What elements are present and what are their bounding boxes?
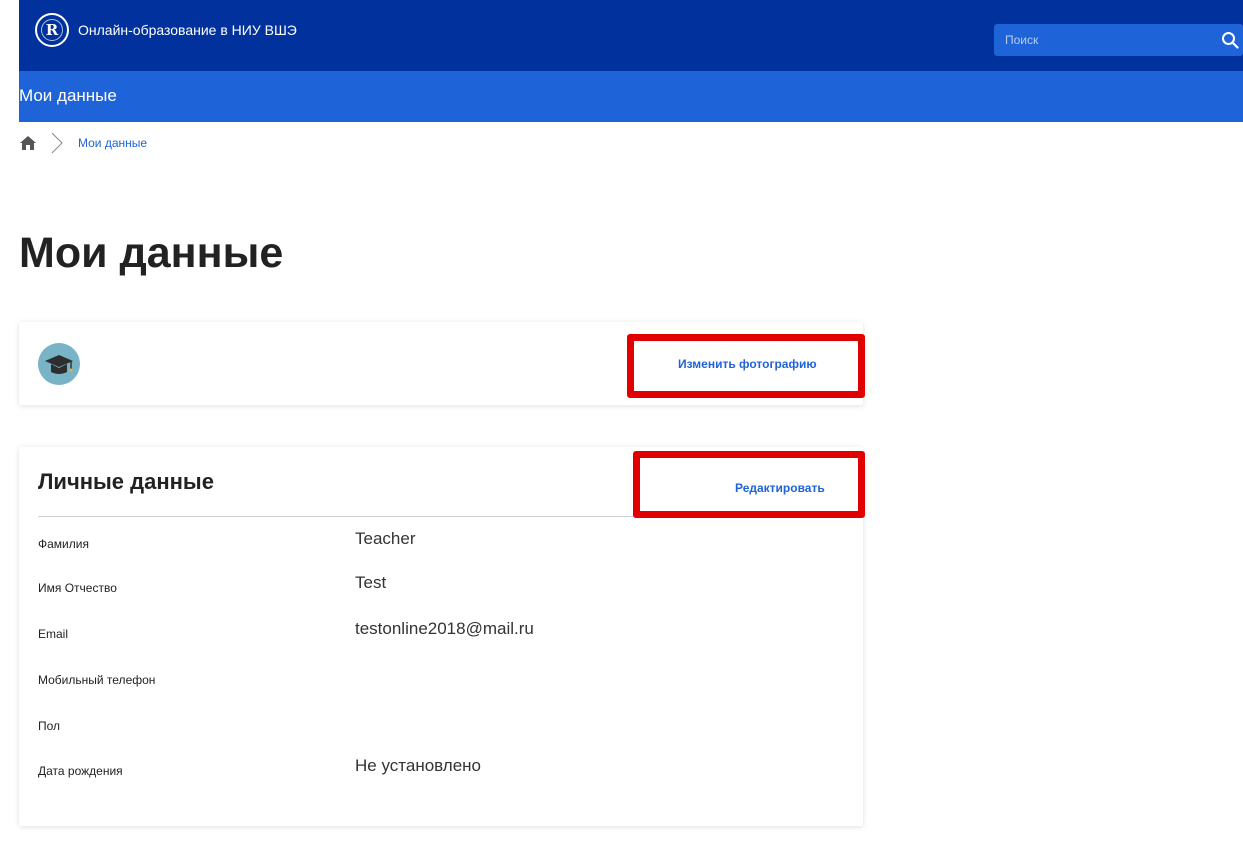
field-row-gender: Пол <box>38 711 844 735</box>
field-label: Имя Отчество <box>38 581 117 595</box>
field-row-email: Email testonline2018@mail.ru <box>38 619 844 643</box>
field-value: testonline2018@mail.ru <box>355 619 534 638</box>
chevron-right-icon <box>51 132 63 154</box>
site-title[interactable]: Онлайн-образование в НИУ ВШЭ <box>78 22 297 38</box>
home-icon[interactable] <box>19 135 37 151</box>
field-row-surname: Фамилия Teacher <box>38 529 844 553</box>
edit-link[interactable]: Редактировать <box>735 481 825 495</box>
left-gutter <box>0 0 19 122</box>
search-input[interactable] <box>994 24 1209 56</box>
field-value: Teacher <box>355 529 416 548</box>
personal-data-card: Личные данные Редактировать Фамилия Teac… <box>19 447 863 826</box>
field-row-birthdate: Дата рождения Не установлено <box>38 756 844 780</box>
field-row-phone: Мобильный телефон <box>38 665 844 689</box>
field-value: Test <box>355 573 387 592</box>
personal-data-title: Личные данные <box>38 469 214 494</box>
graduation-cap-avatar-icon <box>38 343 80 385</box>
field-label: Мобильный телефон <box>38 673 156 687</box>
top-header: R Онлайн-образование в НИУ ВШЭ <box>0 0 1243 71</box>
subheader-title: Мои данные <box>19 86 117 105</box>
field-row-name: Имя Отчество Test <box>38 573 844 597</box>
breadcrumb-current[interactable]: Мои данные <box>78 136 147 150</box>
hse-logo[interactable]: R <box>35 13 69 47</box>
field-label: Email <box>38 627 69 641</box>
field-label: Пол <box>38 719 61 733</box>
sub-header: Мои данные <box>0 71 1243 122</box>
change-photo-link[interactable]: Изменить фотографию <box>678 357 817 371</box>
field-label: Дата рождения <box>38 764 123 778</box>
hse-logo-glyph: R <box>41 19 63 41</box>
search-icon[interactable] <box>1221 31 1239 49</box>
divider <box>38 516 844 517</box>
photo-card: Изменить фотографию <box>19 322 863 405</box>
search-box <box>994 24 1243 56</box>
field-value: Не установлено <box>355 756 482 775</box>
field-label: Фамилия <box>38 537 89 551</box>
page-title: Мои данные <box>19 229 284 277</box>
